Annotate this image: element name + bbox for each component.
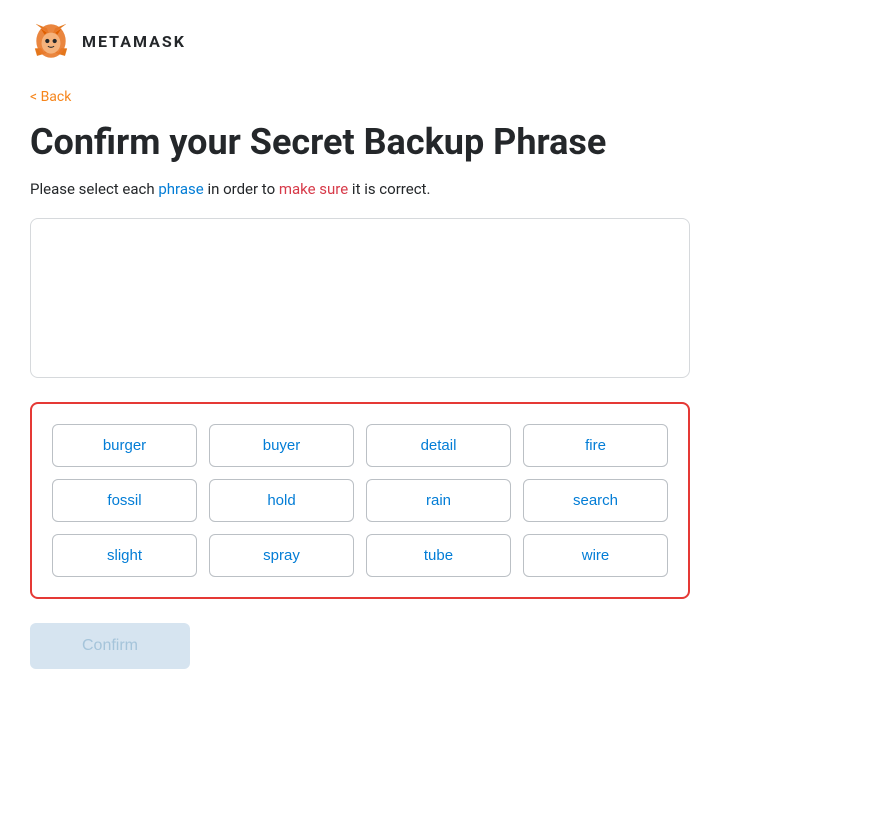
word-button[interactable]: tube [366, 534, 511, 577]
subtitle-part1: Please select each [30, 180, 158, 198]
word-button[interactable]: rain [366, 479, 511, 522]
word-button[interactable]: slight [52, 534, 197, 577]
header: METAMASK [30, 20, 843, 62]
subtitle-part2: in order to [204, 180, 279, 198]
word-grid: burger buyer detail fire fossil hold rain searc… [52, 424, 668, 577]
back-link[interactable]: < Back [30, 89, 71, 105]
page-title: Confirm your Secret Backup Phrase [30, 121, 843, 164]
word-button[interactable]: detail [366, 424, 511, 467]
word-button[interactable]: wire [523, 534, 668, 577]
subtitle-word2: make sure [279, 180, 348, 198]
confirm-button[interactable]: Confirm [30, 623, 190, 669]
phrase-display-box [30, 218, 690, 378]
word-grid-container: burger buyer detail fire fossil hold rain searc… [30, 402, 690, 599]
brand-name: METAMASK [82, 32, 186, 51]
metamask-logo-icon [30, 20, 72, 62]
word-button[interactable]: fossil [52, 479, 197, 522]
subtitle-word1: phrase [158, 180, 203, 198]
subtitle-part3: it is correct. [348, 180, 430, 198]
word-button[interactable]: fire [523, 424, 668, 467]
word-button[interactable]: hold [209, 479, 354, 522]
word-button[interactable]: spray [209, 534, 354, 577]
subtitle: Please select each phrase in order to ma… [30, 180, 843, 198]
word-button[interactable]: burger [52, 424, 197, 467]
word-button[interactable]: search [523, 479, 668, 522]
word-button[interactable]: buyer [209, 424, 354, 467]
